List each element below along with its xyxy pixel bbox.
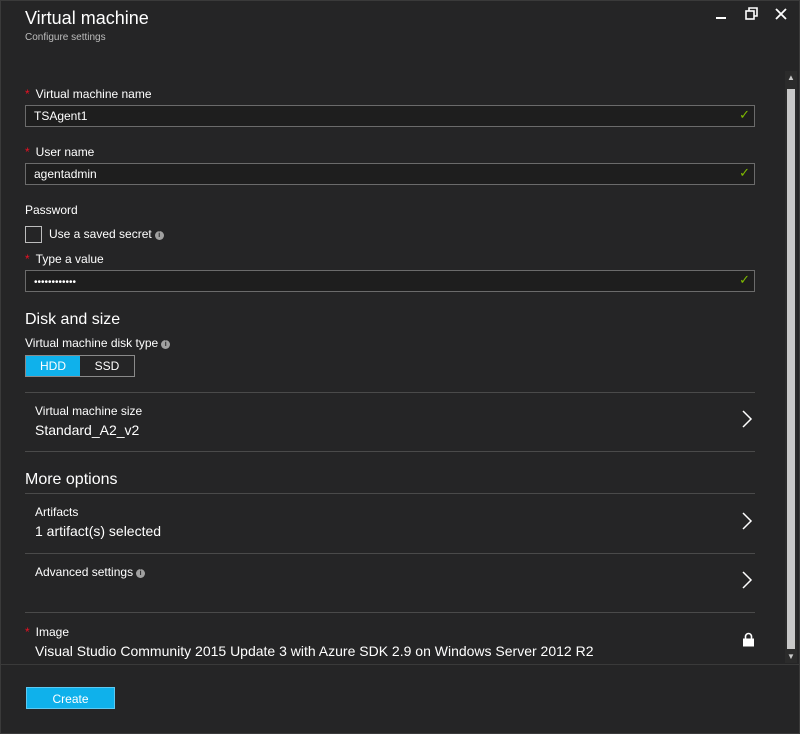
password-label: Password (25, 203, 78, 217)
user-name-value: agentadmin (34, 167, 97, 181)
hdd-option[interactable]: HDD (26, 356, 80, 376)
user-name-label-text: User name (35, 145, 95, 159)
use-saved-secret-label: Use a saved secret i (49, 227, 164, 241)
vm-name-label-text: Virtual machine name (35, 87, 152, 101)
password-input[interactable]: •••••••••••• ✓ (25, 270, 755, 292)
blade-title: Virtual machine (25, 8, 149, 28)
use-saved-secret-checkbox[interactable] (25, 226, 42, 243)
vm-name-label: * Virtual machine name (25, 87, 152, 101)
type-value-label-text: Type a value (35, 252, 104, 266)
advanced-settings-label: Advanced settings i (35, 565, 146, 579)
image-label-text: Image (35, 625, 70, 639)
vm-blade: Virtual machine Configure settings * Virt… (0, 0, 800, 734)
blade-header: Virtual machine Configure settings (25, 7, 149, 43)
disk-type-label: Virtual machine disk type i (25, 336, 171, 350)
checkmark-icon: ✓ (739, 272, 750, 287)
user-name-label: * User name (25, 145, 94, 159)
checkmark-icon: ✓ (739, 107, 750, 122)
chevron-right-icon (742, 410, 753, 428)
info-icon[interactable]: i (154, 231, 164, 240)
divider (25, 612, 755, 613)
lock-icon (743, 632, 754, 647)
required-marker: * (25, 625, 30, 639)
user-name-input[interactable]: agentadmin ✓ (25, 163, 755, 185)
divider (25, 392, 755, 393)
type-value-label: * Type a value (25, 252, 104, 266)
required-marker: * (25, 252, 30, 266)
vm-size-label: Virtual machine size (35, 404, 143, 418)
scroll-down-icon[interactable]: ▼ (787, 652, 795, 661)
divider (25, 553, 755, 554)
required-marker: * (25, 87, 30, 101)
artifacts-value: 1 artifact(s) selected (35, 523, 162, 539)
minimize-icon[interactable] (713, 7, 729, 24)
chevron-right-icon (742, 512, 753, 530)
divider (25, 493, 755, 494)
info-icon[interactable]: i (161, 340, 171, 349)
disk-size-heading: Disk and size (25, 311, 121, 328)
image-value: Visual Studio Community 2015 Update 3 wi… (35, 643, 594, 659)
create-button[interactable]: Create (26, 687, 115, 709)
disk-type-label-text: Virtual machine disk type (25, 336, 159, 350)
vm-size-value: Standard_A2_v2 (35, 422, 140, 438)
footer-divider (1, 664, 799, 665)
image-label: * Image (25, 625, 69, 639)
more-options-heading: More options (25, 471, 118, 488)
required-marker: * (25, 145, 30, 159)
advanced-settings-text: Advanced settings (35, 565, 134, 579)
scroll-thumb[interactable] (787, 89, 795, 649)
vm-name-value: TSAgent1 (34, 109, 88, 123)
scrollbar[interactable]: ▲ ▼ (785, 71, 797, 663)
scroll-up-icon[interactable]: ▲ (787, 73, 795, 82)
artifacts-label: Artifacts (35, 505, 79, 519)
checkmark-icon: ✓ (739, 165, 750, 180)
ssd-option[interactable]: SSD (80, 356, 134, 376)
use-saved-secret-text: Use a saved secret (49, 227, 152, 241)
info-icon[interactable]: i (136, 569, 146, 578)
window-controls (713, 7, 789, 24)
close-icon[interactable] (773, 7, 789, 24)
blade-subtitle: Configure settings (25, 32, 106, 43)
vm-name-input[interactable]: TSAgent1 ✓ (25, 105, 755, 127)
restore-icon[interactable] (743, 7, 759, 24)
password-value: •••••••••••• (34, 277, 77, 288)
chevron-right-icon (742, 571, 753, 589)
disk-type-toggle: HDD SSD (25, 355, 135, 377)
divider (25, 451, 755, 452)
